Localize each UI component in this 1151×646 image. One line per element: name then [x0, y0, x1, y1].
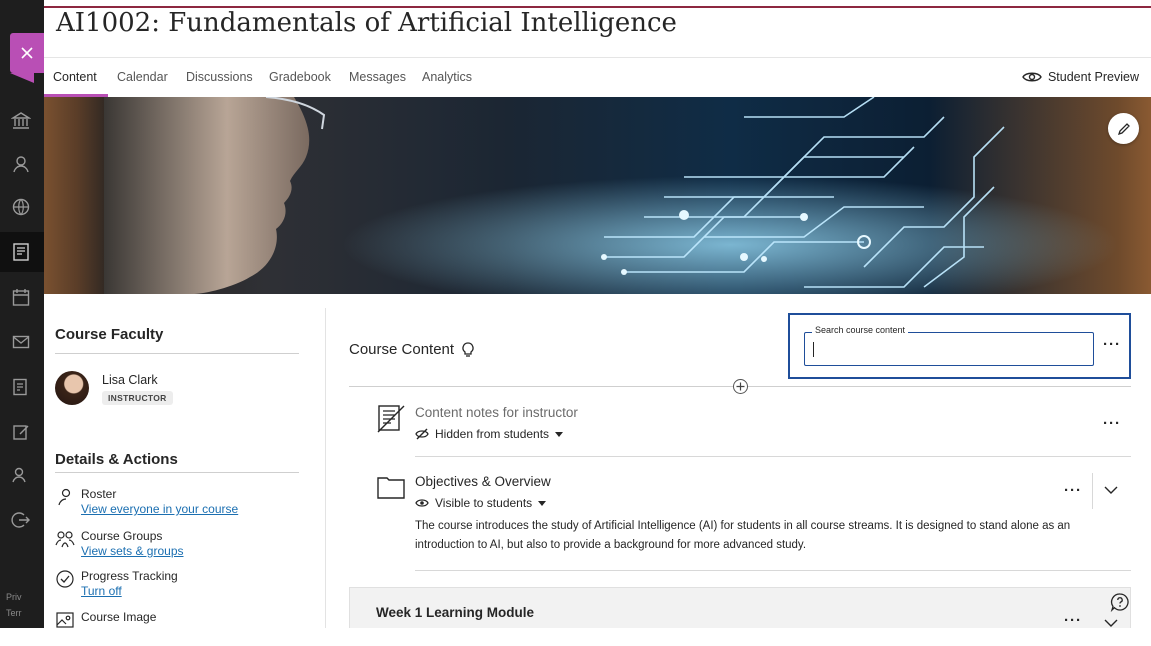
tab-messages[interactable]: Messages: [349, 70, 406, 84]
student-preview-label: Student Preview: [1047, 70, 1139, 84]
item-title-content-notes[interactable]: Content notes for instructor: [415, 405, 578, 420]
sign-out-icon[interactable]: [10, 509, 32, 531]
item-more-button[interactable]: ···: [1064, 483, 1082, 498]
messages-icon[interactable]: [10, 331, 32, 353]
learning-module-title[interactable]: Week 1 Learning Module: [376, 605, 534, 620]
course-tabs: Content Calendar Discussions Gradebook M…: [44, 57, 1151, 97]
tab-calendar[interactable]: Calendar: [117, 70, 168, 84]
edit-banner-button[interactable]: [1108, 113, 1139, 144]
course-banner-image: [44, 97, 1151, 294]
chevron-down-icon[interactable]: [1104, 619, 1118, 628]
roster-link[interactable]: View everyone in your course: [81, 502, 238, 516]
close-course-button[interactable]: [10, 33, 44, 83]
item-divider: [415, 570, 1131, 571]
institution-icon[interactable]: [10, 110, 32, 132]
lightbulb-icon[interactable]: [462, 341, 474, 358]
course-content-heading: Course Content: [349, 341, 455, 358]
item-divider: [415, 456, 1131, 457]
progress-tracking-link[interactable]: Turn off: [81, 584, 122, 598]
roster-action: Roster View everyone in your course: [55, 487, 305, 523]
visibility-toggle-hidden[interactable]: Hidden from students: [415, 427, 564, 441]
globe-icon[interactable]: [10, 196, 32, 218]
search-focus-outline: Search course content: [788, 313, 1131, 379]
course-image-title[interactable]: Course Image: [81, 610, 156, 624]
faculty-divider: [55, 353, 299, 354]
avatar[interactable]: [55, 371, 89, 405]
search-label: Search course content: [812, 325, 909, 335]
close-icon: [21, 47, 33, 59]
visibility-toggle-visible[interactable]: Visible to students: [415, 496, 547, 510]
tools-icon[interactable]: [10, 421, 32, 443]
document-icon: [377, 405, 405, 433]
check-circle-icon: [56, 570, 74, 588]
roster-title: Roster: [81, 487, 117, 501]
item-title-objectives[interactable]: Objectives & Overview: [415, 474, 551, 489]
tab-content[interactable]: Content: [53, 70, 97, 84]
caret-down-icon: [555, 431, 564, 437]
search-field[interactable]: [804, 332, 1094, 366]
role-badge: INSTRUCTOR: [102, 391, 173, 405]
eye-icon: [415, 499, 429, 507]
course-content-more-button[interactable]: ···: [1103, 337, 1121, 352]
visibility-label: Hidden from students: [435, 427, 550, 441]
item-more-button[interactable]: ···: [1103, 416, 1121, 431]
progress-tracking-action: Progress Tracking Turn off: [55, 569, 305, 605]
terms-link[interactable]: Terr: [6, 608, 22, 618]
module-more-button[interactable]: ···: [1064, 613, 1082, 628]
course-groups-action: Course Groups View sets & groups: [55, 529, 305, 565]
eye-slash-icon: [415, 428, 429, 440]
calendar-icon[interactable]: [10, 286, 32, 308]
course-groups-icon: [55, 531, 75, 548]
visibility-label: Visible to students: [435, 496, 533, 510]
course-faculty-heading: Course Faculty: [55, 326, 164, 343]
course-content-header: Course Content: [349, 341, 474, 358]
roster-icon: [58, 488, 71, 506]
global-nav-rail: Priv Terr: [0, 0, 44, 628]
item-action-separator: [1092, 473, 1093, 509]
add-content-button[interactable]: [733, 379, 748, 394]
course-groups-title: Course Groups: [81, 529, 163, 543]
details-divider: [55, 472, 299, 473]
search-input[interactable]: [811, 341, 1081, 359]
details-actions-heading: Details & Actions: [55, 451, 178, 468]
item-description: The course introduces the study of Artif…: [415, 520, 1071, 551]
privacy-link[interactable]: Priv: [6, 592, 22, 602]
preview-eye-icon: [1022, 72, 1042, 82]
grades-icon[interactable]: [10, 376, 32, 398]
tab-gradebook[interactable]: Gradebook: [269, 70, 331, 84]
groups-icon[interactable]: [10, 464, 32, 486]
image-icon: [56, 612, 74, 628]
plus-icon: [736, 382, 745, 391]
text-caret: [813, 342, 814, 357]
help-icon[interactable]: [1110, 592, 1130, 612]
course-image-action: Course Image: [55, 610, 305, 646]
courses-icon[interactable]: [10, 241, 32, 263]
progress-tracking-title: Progress Tracking: [81, 569, 178, 583]
profile-icon[interactable]: [10, 153, 32, 175]
folder-icon: [377, 477, 405, 499]
pencil-icon: [1117, 122, 1130, 135]
chevron-down-icon[interactable]: [1104, 486, 1118, 495]
faculty-name[interactable]: Lisa Clark: [102, 373, 158, 387]
banner-artwork: [44, 97, 1151, 294]
tab-discussions[interactable]: Discussions: [186, 70, 253, 84]
column-divider: [325, 308, 326, 628]
caret-down-icon: [538, 500, 547, 506]
course-title: AI1002: Fundamentals of Artificial Intel…: [56, 8, 677, 38]
student-preview-button[interactable]: Student Preview: [1022, 70, 1139, 84]
tab-analytics[interactable]: Analytics: [422, 70, 472, 84]
course-groups-link[interactable]: View sets & groups: [81, 544, 184, 558]
